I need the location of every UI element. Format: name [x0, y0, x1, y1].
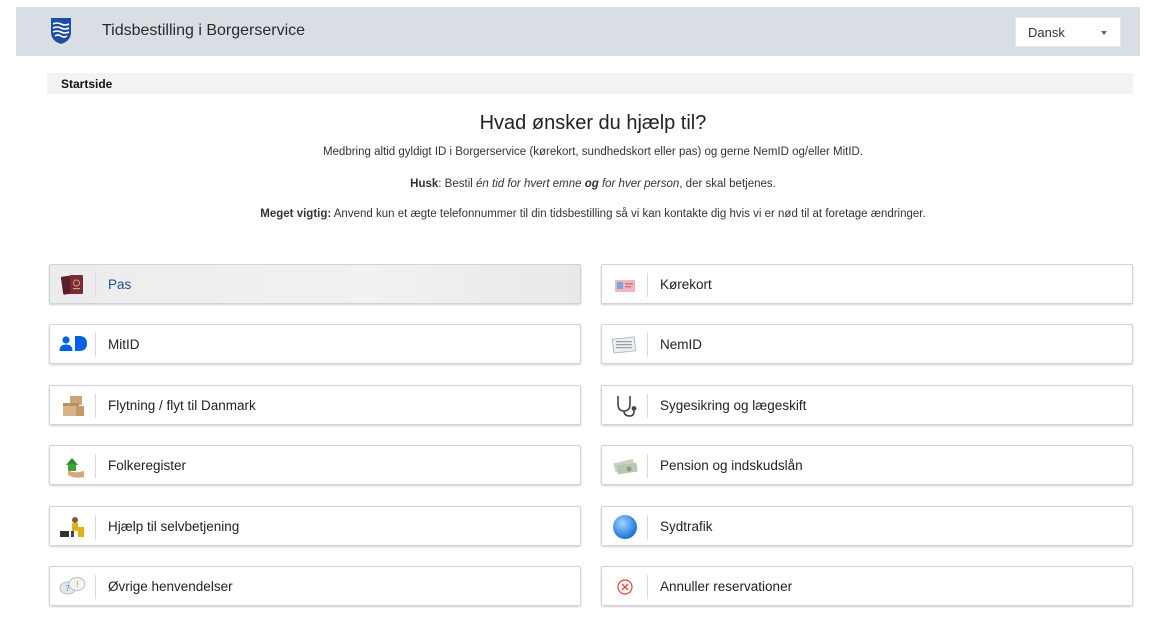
service-button-folkeregister[interactable]: Folkeregister: [49, 445, 581, 485]
page-title: Hvad ønsker du hjælp til?: [479, 112, 707, 134]
service-label-selvbetjening: Hjælp til selvbetjening: [108, 519, 240, 534]
service-button-korekort[interactable]: Kørekort: [601, 264, 1133, 304]
app-title: Tidsbestilling i Borgerservice: [102, 22, 306, 39]
husk-em1: én tid for hvert emne: [476, 178, 585, 190]
drivers-license-icon: [615, 280, 635, 292]
service-label-flytning: Flytning / flyt til Danmark: [108, 398, 256, 413]
service-button-sygesikring[interactable]: Sygesikring og lægeskift: [601, 385, 1133, 425]
service-button-ovrige[interactable]: ? ! Øvrige henvendelser: [49, 566, 581, 606]
service-button-pension[interactable]: Pension og indskudslån: [601, 445, 1133, 485]
husk-em2: for hver person: [598, 178, 680, 190]
speech-bubbles-icon: ? !: [59, 577, 86, 595]
service-label-annuller: Annuller reservationer: [660, 579, 793, 594]
service-button-pas[interactable]: Pas: [49, 264, 581, 304]
caret-down-icon: [1101, 31, 1107, 35]
separator: [95, 273, 96, 297]
separator: [647, 575, 648, 599]
mitid-icon: [59, 336, 87, 351]
service-label-mitid: MitID: [108, 337, 140, 352]
service-label-sydtrafik: Sydtrafik: [660, 519, 713, 534]
husk-bold: og: [584, 178, 599, 190]
self-service-help-icon: [60, 517, 84, 537]
info-husk-text: Husk: Bestil én tid for hvert emne og fo…: [0, 178, 1155, 190]
svg-text:!: !: [76, 581, 80, 591]
husk-label: Husk: [410, 178, 439, 190]
separator: [647, 273, 648, 297]
separator: [95, 333, 96, 357]
municipality-logo-icon[interactable]: [50, 17, 72, 45]
breadcrumb-startside[interactable]: Startside: [61, 77, 112, 91]
service-label-sygesikring: Sygesikring og lægeskift: [660, 398, 807, 413]
language-select[interactable]: Dansk: [1015, 17, 1121, 47]
service-label-korekort: Kørekort: [660, 277, 712, 292]
info-important-text: Meget vigtig: Anvend kun et ægte telefon…: [0, 208, 1155, 220]
top-bar: Tidsbestilling i Borgerservice Dansk: [16, 7, 1140, 56]
moving-boxes-icon: [63, 396, 84, 416]
service-label-pas: Pas: [108, 277, 132, 292]
service-button-flytning[interactable]: Flytning / flyt til Danmark: [49, 385, 581, 425]
info-id-text: Medbring altid gyldigt ID i Borgerservic…: [322, 146, 864, 158]
money-icon: [613, 458, 638, 475]
important-label: Meget vigtig:: [260, 208, 332, 220]
important-body: Anvend kun et ægte telefonnummer til din…: [331, 208, 926, 220]
service-button-mitid[interactable]: MitID: [49, 324, 581, 364]
breadcrumb: Startside: [47, 73, 1133, 94]
service-label-nemid: NemID: [660, 337, 703, 352]
service-label-pension: Pension og indskudslån: [660, 458, 803, 473]
separator: [647, 515, 648, 539]
separator: [95, 575, 96, 599]
house-in-hand-icon: [66, 458, 84, 478]
service-label-folkeregister: Folkeregister: [108, 458, 187, 473]
service-button-annuller[interactable]: Annuller reservationer: [601, 566, 1133, 606]
separator: [647, 454, 648, 478]
svg-text:?: ?: [66, 584, 70, 593]
husk-part1: : Bestil: [438, 178, 477, 190]
service-button-selvbetjening[interactable]: Hjælp til selvbetjening: [49, 506, 581, 546]
service-button-nemid[interactable]: NemID: [601, 324, 1133, 364]
separator: [95, 454, 96, 478]
separator: [647, 394, 648, 418]
husk-part2: , der skal betjenes.: [679, 178, 776, 190]
service-button-sydtrafik[interactable]: Sydtrafik: [601, 506, 1133, 546]
separator: [647, 333, 648, 357]
passport-icon: [60, 275, 83, 295]
separator: [95, 394, 96, 418]
language-value: Dansk: [1028, 25, 1065, 40]
sydtrafik-icon: [613, 515, 637, 539]
stethoscope-icon: [617, 396, 637, 417]
service-label-ovrige: Øvrige henvendelser: [108, 579, 233, 594]
separator: [95, 515, 96, 539]
nemid-keycard-icon: [611, 336, 637, 354]
cancel-x-icon: [617, 579, 633, 595]
